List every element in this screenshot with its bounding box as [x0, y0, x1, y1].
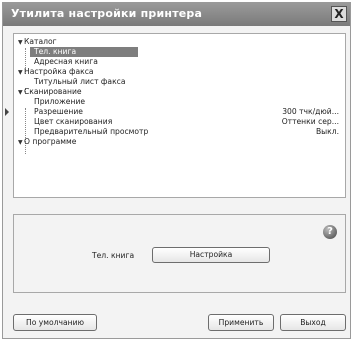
- tree-item-about[interactable]: ▼О программе: [18, 137, 76, 147]
- tree-item-fax-cover[interactable]: Титульный лист факса: [34, 77, 126, 87]
- close-icon[interactable]: X: [331, 6, 347, 22]
- tree-item-address-book[interactable]: Адресная книга: [34, 57, 98, 67]
- resolution-value: 300 тчк/дюй...: [282, 107, 339, 116]
- tree-item-scan-color[interactable]: Цвет сканирования Оттенки сер...: [34, 117, 345, 127]
- phonebook-label: Тел. книга: [92, 251, 135, 260]
- help-icon[interactable]: ?: [323, 225, 337, 239]
- window-title: Утилита настройки принтера: [11, 7, 203, 20]
- tree-item-preview[interactable]: Предварительный просмотр Выкл.: [34, 127, 345, 137]
- exit-button[interactable]: Выход: [280, 314, 346, 331]
- tree-item-label: Тел. книга: [30, 47, 138, 57]
- title-bar: Утилита настройки принтера X: [3, 3, 350, 26]
- settings-panel: ? Тел. книга Настройка: [13, 214, 346, 293]
- tree-item-application[interactable]: Приложение: [34, 97, 85, 107]
- settings-tree: ▼Каталог Тел. книга Адресная книга ▼Наст…: [13, 33, 346, 198]
- settings-button[interactable]: Настройка: [152, 247, 270, 263]
- tree-item-phonebook[interactable]: Тел. книга: [30, 47, 138, 57]
- tree-item-catalog[interactable]: ▼Каталог: [18, 37, 57, 47]
- preview-value: Выкл.: [315, 127, 339, 136]
- apply-button[interactable]: Применить: [208, 314, 274, 331]
- default-button[interactable]: По умолчанию: [13, 314, 97, 331]
- tree-connector: [25, 108, 26, 154]
- printer-settings-window: Утилита настройки принтера X ▼Каталог Те…: [2, 2, 351, 339]
- side-arrow-icon[interactable]: [5, 108, 9, 116]
- scan-color-value: Оттенки сер...: [281, 117, 339, 126]
- tree-item-scanning[interactable]: ▼Сканирование: [18, 87, 82, 97]
- tree-item-resolution[interactable]: Разрешение 300 тчк/дюй...: [34, 107, 345, 117]
- tree-item-fax-settings[interactable]: ▼Настройка факса: [18, 67, 94, 77]
